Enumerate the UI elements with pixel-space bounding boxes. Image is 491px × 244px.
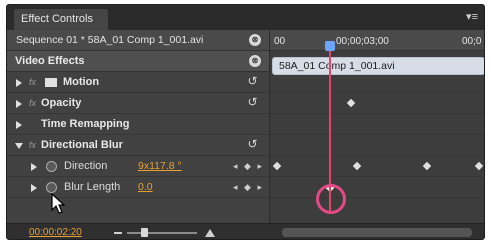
direction-keyframe[interactable]	[352, 161, 362, 171]
timeline-row-blur-length	[270, 177, 484, 198]
property-label: Direction	[64, 160, 108, 172]
zoom-in-icon[interactable]	[205, 229, 215, 237]
current-timecode[interactable]: 00:00:02:20	[29, 224, 82, 239]
fx-icon[interactable]: fx	[29, 93, 36, 114]
collapse-triangle-icon[interactable]	[15, 143, 23, 149]
keyframe-navigator[interactable]: ◂ ◆ ▸	[233, 156, 264, 177]
stopwatch-icon[interactable]	[46, 182, 57, 193]
timeline-scrollbar[interactable]	[282, 228, 472, 237]
zoom-slider[interactable]	[127, 232, 197, 234]
highlight-circle	[316, 184, 346, 214]
expand-triangle-icon[interactable]	[31, 163, 37, 171]
stopwatch-icon[interactable]	[46, 161, 57, 172]
expand-triangle-icon[interactable]	[16, 121, 22, 129]
video-effects-header: Video Effects ⊗	[7, 51, 269, 72]
ruler-tick-label: 00	[274, 36, 286, 47]
effect-row-motion[interactable]: fx Motion ↺	[7, 72, 269, 93]
effect-label: Opacity	[41, 97, 82, 109]
video-effects-title: Video Effects	[15, 55, 85, 67]
blur-length-value[interactable]: 0.0	[138, 177, 153, 198]
effect-row-time-remapping[interactable]: Time Remapping	[7, 114, 269, 135]
bottom-bar: 00:00:02:20	[7, 223, 484, 239]
effect-controls-panel: Effect Controls ▾≡ Sequence 01 * 58A_01 …	[6, 4, 485, 240]
effect-label: Motion	[63, 76, 100, 88]
direction-value[interactable]: 9x117.8 °	[138, 156, 182, 177]
property-row-direction: Direction 9x117.8 ° ◂ ◆ ▸	[7, 156, 269, 177]
motion-icon	[45, 78, 57, 87]
sequence-label: Sequence 01 * 58A_01 Comp 1_001.avi	[16, 34, 204, 46]
timeline-row-opacity	[270, 93, 484, 114]
property-label: Blur Length	[64, 181, 121, 193]
effect-label: Directional Blur	[41, 139, 123, 151]
keyframe-navigator[interactable]: ◂ ◆ ▸	[233, 177, 264, 198]
expand-triangle-icon[interactable]	[16, 79, 22, 87]
zoom-slider-thumb[interactable]	[141, 228, 148, 237]
sequence-bar: Sequence 01 * 58A_01 Comp 1_001.avi ⊗	[7, 30, 269, 51]
show-hide-timeline-icon[interactable]: ⊗	[249, 34, 261, 46]
reset-icon[interactable]: ↺	[246, 75, 259, 88]
timeline-row-time-remapping	[270, 114, 484, 135]
effect-row-directional-blur[interactable]: fx Directional Blur ↺	[7, 135, 269, 156]
timeline-row-motion	[270, 72, 484, 93]
tab-effect-controls[interactable]: Effect Controls	[13, 8, 109, 30]
playhead-handle[interactable]	[325, 41, 335, 51]
property-row-blur-length: Blur Length 0.0 ◂ ◆ ▸	[7, 177, 269, 198]
effect-row-opacity[interactable]: fx Opacity ↺	[7, 93, 269, 114]
timeline-row-direction	[270, 156, 484, 177]
zoom-out-icon[interactable]	[114, 232, 122, 234]
keyframe-timeline[interactable]: 00 00;00;03;00 00;0 58A_01 Comp 1_001.av…	[269, 30, 484, 239]
mouse-pointer-icon	[51, 193, 66, 214]
opacity-keyframe[interactable]	[346, 98, 356, 108]
ruler-tick-label: 00;0	[462, 36, 482, 47]
fx-icon[interactable]: fx	[29, 135, 36, 156]
ruler-tick-label: 00;00;03;00	[336, 36, 389, 47]
panel-menu-icon[interactable]: ▾≡	[466, 10, 478, 23]
reset-icon[interactable]: ↺	[246, 96, 259, 109]
direction-keyframe[interactable]	[422, 161, 432, 171]
panel-header: Effect Controls ▾≡	[7, 5, 484, 30]
effect-label: Time Remapping	[41, 118, 130, 130]
fx-icon[interactable]: fx	[29, 72, 36, 93]
reset-icon[interactable]: ↺	[246, 138, 259, 151]
timeline-row-directional-blur	[270, 135, 484, 156]
expand-triangle-icon[interactable]	[16, 100, 22, 108]
settings-icon[interactable]: ⊗	[249, 55, 261, 67]
expand-triangle-icon[interactable]	[31, 184, 37, 192]
direction-keyframe[interactable]	[474, 161, 484, 171]
direction-keyframe[interactable]	[272, 161, 282, 171]
effects-list: Sequence 01 * 58A_01 Comp 1_001.avi ⊗ Vi…	[7, 30, 269, 239]
time-ruler[interactable]: 00 00;00;03;00 00;0	[270, 30, 484, 51]
